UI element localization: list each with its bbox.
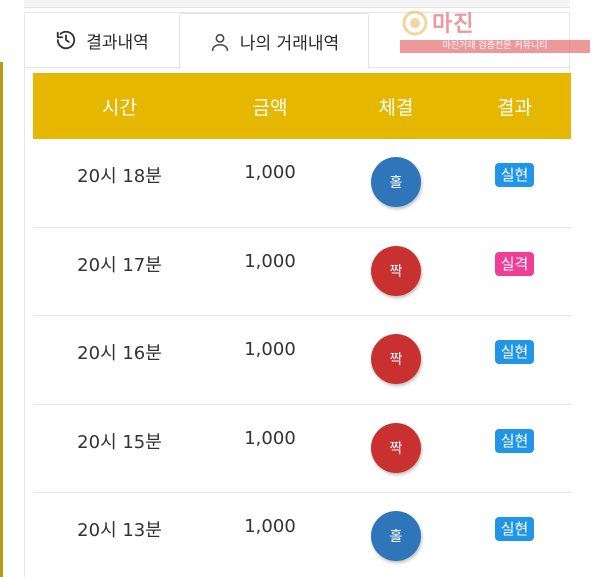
tab-result-history-label: 결과내역 (86, 32, 149, 53)
table-row: 20시 16분 1,000 짝 실현 (33, 316, 571, 405)
row-pick-cell: 홀 (334, 139, 458, 207)
row-result-cell: 실현 (458, 405, 571, 453)
row-amount: 1,000 (244, 339, 296, 360)
left-accent-bar (0, 62, 3, 577)
row-amount: 1,000 (244, 427, 296, 449)
row-time: 20시 16분 (77, 343, 162, 364)
trade-panel: 결과내역 나의 거래내역 시간 금액 체결 결과 20시 18분 1,000 홀 실현… (24, 12, 571, 577)
row-time: 20시 13분 (77, 520, 162, 541)
tab-my-trades-label: 나의 거래내역 (239, 34, 340, 54)
row-time: 20시 17분 (77, 254, 162, 276)
pick-ball: 홀 (371, 511, 421, 561)
row-pick-cell: 짝 (334, 316, 458, 384)
header-pick: 체결 (378, 96, 414, 119)
table-row: 20시 17분 1,000 짝 실격 (33, 227, 571, 316)
row-result-cell: 실현 (458, 493, 571, 541)
row-amount: 1,000 (244, 516, 296, 537)
header-amount: 금액 (252, 96, 288, 119)
row-pick-cell: 짝 (334, 405, 458, 473)
pick-ball: 짝 (371, 334, 421, 384)
row-pick-cell: 짝 (334, 228, 458, 296)
row-result-cell: 실현 (458, 139, 571, 187)
table-row: 20시 13분 1,000 홀 실현 (33, 493, 571, 577)
pick-ball: 짝 (371, 245, 421, 296)
row-time: 20시 18분 (77, 166, 162, 187)
result-badge: 실현 (494, 340, 535, 364)
tab-result-history[interactable]: 결과내역 (25, 13, 179, 67)
site-watermark: 마진 마진거래 검증전문 커뮤니티 (396, 6, 592, 54)
watermark-title: 마진 (432, 12, 475, 37)
result-badge: 실현 (494, 163, 535, 187)
row-amount: 1,000 (244, 250, 296, 272)
pick-ball: 짝 (371, 422, 421, 473)
result-badge: 실현 (494, 517, 535, 541)
user-icon (209, 31, 231, 53)
row-pick-cell: 홀 (334, 493, 458, 561)
row-time: 20시 15분 (77, 431, 162, 453)
tab-my-trades[interactable]: 나의 거래내역 (179, 13, 369, 69)
result-badge: 실격 (494, 251, 535, 276)
table-body: 20시 18분 1,000 홀 실현 20시 17분 1,000 짝 실격 20시 16분 1,0… (33, 139, 571, 577)
row-result-cell: 실격 (458, 228, 571, 276)
header-result: 결과 (497, 96, 532, 119)
emblem-icon (402, 10, 428, 36)
result-badge: 실현 (494, 428, 535, 453)
table-row: 20시 18분 1,000 홀 실현 (33, 139, 571, 228)
header-time: 시간 (102, 96, 137, 119)
watermark-subtitle: 마진거래 검증전문 커뮤니티 (400, 40, 590, 53)
trade-table: 시간 금액 체결 결과 20시 18분 1,000 홀 실현 20시 17분 1,000 짝… (33, 73, 571, 577)
row-result-cell: 실현 (458, 316, 571, 364)
pick-ball: 홀 (371, 157, 421, 207)
row-amount: 1,000 (244, 162, 296, 183)
table-row: 20시 15분 1,000 짝 실현 (33, 404, 571, 493)
table-header: 시간 금액 체결 결과 (33, 73, 571, 139)
history-icon (55, 29, 77, 51)
